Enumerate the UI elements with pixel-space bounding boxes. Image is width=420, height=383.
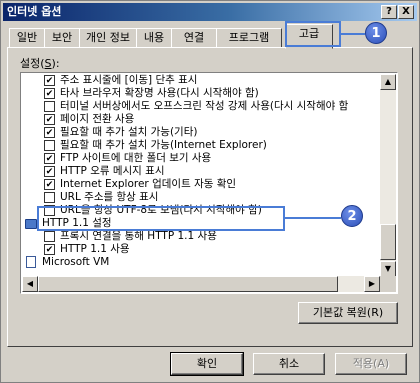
list-item-label: 주소 표시줄에 [이동] 단추 표시 — [60, 74, 198, 86]
option-checkbox[interactable] — [44, 153, 55, 164]
window-title: 인터넷 옵션 — [7, 5, 62, 18]
close-button[interactable]: X — [398, 5, 414, 19]
option-checkbox[interactable] — [44, 88, 55, 99]
title-bar: 인터넷 옵션 ? X — [3, 3, 417, 21]
settings-listbox[interactable]: 주소 표시줄에 [이동] 단추 표시타사 브라우저 확장명 사용(다시 시작해야… — [20, 72, 398, 294]
scroll-corner — [380, 276, 396, 292]
list-item-label: HTTP 1.1 사용 — [60, 243, 130, 255]
vertical-scrollbar[interactable]: ▲ ▼ — [380, 74, 396, 277]
callout-box-advanced-tab — [285, 21, 341, 47]
advanced-panel: 설정(S): 주소 표시줄에 [이동] 단추 표시타사 브라우저 확장명 사용(… — [7, 47, 413, 347]
callout-line-1 — [341, 33, 365, 35]
tab-connections[interactable]: 연결 — [171, 28, 217, 48]
horizontal-scrollbar[interactable]: ◀ ▶ — [22, 276, 380, 292]
list-item-label: 프록시 연결을 통해 HTTP 1.1 사용 — [60, 230, 217, 242]
scroll-right-button[interactable]: ▶ — [364, 276, 380, 292]
callout-badge-1: 1 — [365, 22, 387, 44]
option-checkbox[interactable] — [44, 114, 55, 125]
option-checkbox[interactable] — [44, 244, 55, 255]
option-checkbox[interactable] — [44, 101, 55, 112]
list-item-label: URL 주소를 항상 표시 — [60, 191, 159, 203]
internet-options-dialog: 인터넷 옵션 ? X 일반 보안 개인 정보 내용 연결 프로그램 고급 설정(… — [0, 0, 420, 383]
option-checkbox[interactable] — [44, 179, 55, 190]
list-item-label: 필요할 때 추가 설치 가능(기타) — [60, 126, 198, 138]
list-item-label: Internet Explorer 업데이트 자동 확인 — [60, 178, 237, 190]
option-checkbox[interactable] — [44, 75, 55, 86]
list-item-label: 터미널 서버상에서도 오프스크린 작성 강제 사용(다시 시작해야 함 — [60, 100, 349, 112]
list-item-label: FTP 사이트에 대한 폴더 보기 사용 — [60, 152, 212, 164]
cancel-button[interactable]: 취소 — [253, 353, 325, 375]
ok-button[interactable]: 확인 — [170, 352, 244, 376]
help-button[interactable]: ? — [381, 5, 397, 19]
folder-icon — [25, 219, 37, 229]
list-item-label: 페이지 전환 사용 — [60, 113, 135, 125]
settings-label: 설정(S): — [20, 57, 60, 70]
option-checkbox[interactable] — [44, 166, 55, 177]
list-item-label: Microsoft VM — [42, 256, 110, 268]
horizontal-scroll-thumb[interactable] — [38, 276, 338, 292]
tab-general[interactable]: 일반 — [9, 28, 45, 48]
callout-badge-2: 2 — [341, 205, 363, 227]
vertical-scroll-thumb[interactable] — [380, 224, 396, 260]
apply-button[interactable]: 적용(A) — [335, 353, 407, 375]
scroll-down-button[interactable]: ▼ — [380, 261, 396, 277]
option-checkbox[interactable] — [44, 127, 55, 138]
callout-line-2 — [285, 217, 341, 219]
restore-defaults-button[interactable]: 기본값 복원(R) — [298, 302, 398, 324]
option-checkbox[interactable] — [44, 140, 55, 151]
tab-privacy[interactable]: 개인 정보 — [79, 28, 137, 48]
tab-strip: 일반 보안 개인 정보 내용 연결 프로그램 고급 — [7, 24, 413, 49]
option-checkbox[interactable] — [44, 192, 55, 203]
scroll-left-button[interactable]: ◀ — [22, 276, 38, 292]
option-checkbox[interactable] — [44, 231, 55, 242]
tab-content[interactable]: 내용 — [136, 28, 172, 48]
tab-programs[interactable]: 프로그램 — [216, 28, 282, 48]
list-item-label: 필요할 때 추가 설치 가능(Internet Explorer) — [60, 139, 267, 151]
settings-list: 주소 표시줄에 [이동] 단추 표시타사 브라우저 확장명 사용(다시 시작해야… — [22, 74, 380, 277]
scroll-up-button[interactable]: ▲ — [380, 74, 396, 90]
document-icon — [26, 256, 36, 268]
list-item-label: 타사 브라우저 확장명 사용(다시 시작해야 함) — [60, 87, 259, 99]
callout-box-utf8-option — [37, 206, 285, 231]
list-item-label: HTTP 오류 메시지 표시 — [60, 165, 165, 177]
tab-security[interactable]: 보안 — [44, 28, 80, 48]
